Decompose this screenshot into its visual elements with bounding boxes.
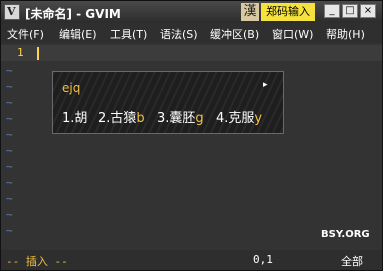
- gvim-window: V [未命名] - GVIM 漢 郑码输入 _ □ × 文件(F) 编辑(E) …: [0, 0, 383, 271]
- candidate-hint: g: [195, 111, 204, 126]
- ime-name-label[interactable]: 郑码输入: [261, 3, 315, 21]
- ime-candidate-1[interactable]: 1.胡: [62, 107, 87, 126]
- menu-syntax[interactable]: 语法(S): [160, 26, 198, 42]
- ime-next-page-icon[interactable]: ▸: [263, 80, 268, 90]
- menu-window[interactable]: 窗口(W): [272, 26, 313, 42]
- close-button[interactable]: ×: [360, 4, 376, 18]
- empty-line-marker: ~: [6, 112, 13, 125]
- mode-indicator: -- 插入 --: [6, 255, 68, 268]
- menu-help[interactable]: 帮助(H): [326, 26, 365, 42]
- empty-line-marker: ~: [6, 96, 13, 109]
- candidate-hint: b: [136, 111, 145, 126]
- status-line: -- 插入 -- 0,1 全部: [1, 250, 382, 270]
- ime-candidate-4[interactable]: 4.克服y: [216, 107, 262, 126]
- empty-line-marker: ~: [6, 192, 13, 205]
- ime-candidate-3[interactable]: 3.囊胚g: [157, 107, 204, 126]
- ime-candidate-2[interactable]: 2.古猿b: [98, 107, 145, 126]
- ime-candidate-window[interactable]: ejq ▸ 1.胡 2.古猿b 3.囊胚g 4.克服y: [52, 71, 284, 134]
- minimize-button[interactable]: _: [324, 4, 340, 18]
- menu-bar: 文件(F) 编辑(E) 工具(T) 语法(S) 缓冲区(B) 窗口(W) 帮助(…: [1, 23, 382, 43]
- empty-line-marker: ~: [6, 160, 13, 173]
- line-number: 1: [17, 46, 24, 59]
- scroll-position: 全部: [341, 255, 363, 268]
- ime-badge-icon[interactable]: 漢: [241, 3, 259, 21]
- maximize-button[interactable]: □: [342, 4, 358, 18]
- vim-logo-glyph: V: [7, 5, 16, 18]
- ime-composition-text: ejq: [62, 81, 81, 95]
- title-bar[interactable]: V [未命名] - GVIM 漢 郑码输入 _ □ ×: [1, 1, 382, 23]
- candidate-label: 2.古猿: [98, 111, 137, 126]
- current-line-highlight: [1, 45, 382, 61]
- empty-line-marker: ~: [6, 208, 13, 221]
- menu-buffers[interactable]: 缓冲区(B): [210, 26, 259, 42]
- cursor-position: 0,1: [253, 253, 273, 266]
- empty-line-marker: ~: [6, 144, 13, 157]
- text-cursor: [37, 47, 39, 60]
- vim-app-icon[interactable]: V: [4, 4, 20, 20]
- empty-line-marker: ~: [6, 224, 13, 237]
- watermark-text: BSY.ORG: [321, 229, 370, 240]
- empty-line-marker: ~: [6, 128, 13, 141]
- candidate-label: 1.胡: [62, 111, 88, 126]
- window-title: [未命名] - GVIM: [25, 7, 121, 21]
- menu-file[interactable]: 文件(F): [7, 26, 44, 42]
- menu-tools[interactable]: 工具(T): [110, 26, 147, 42]
- empty-line-marker: ~: [6, 64, 13, 77]
- candidate-label: 4.克服: [216, 111, 255, 126]
- empty-line-marker: ~: [6, 176, 13, 189]
- candidate-label: 3.囊胚: [157, 111, 196, 126]
- empty-line-marker: ~: [6, 80, 13, 93]
- candidate-hint: y: [254, 111, 263, 126]
- menu-edit[interactable]: 编辑(E): [59, 26, 97, 42]
